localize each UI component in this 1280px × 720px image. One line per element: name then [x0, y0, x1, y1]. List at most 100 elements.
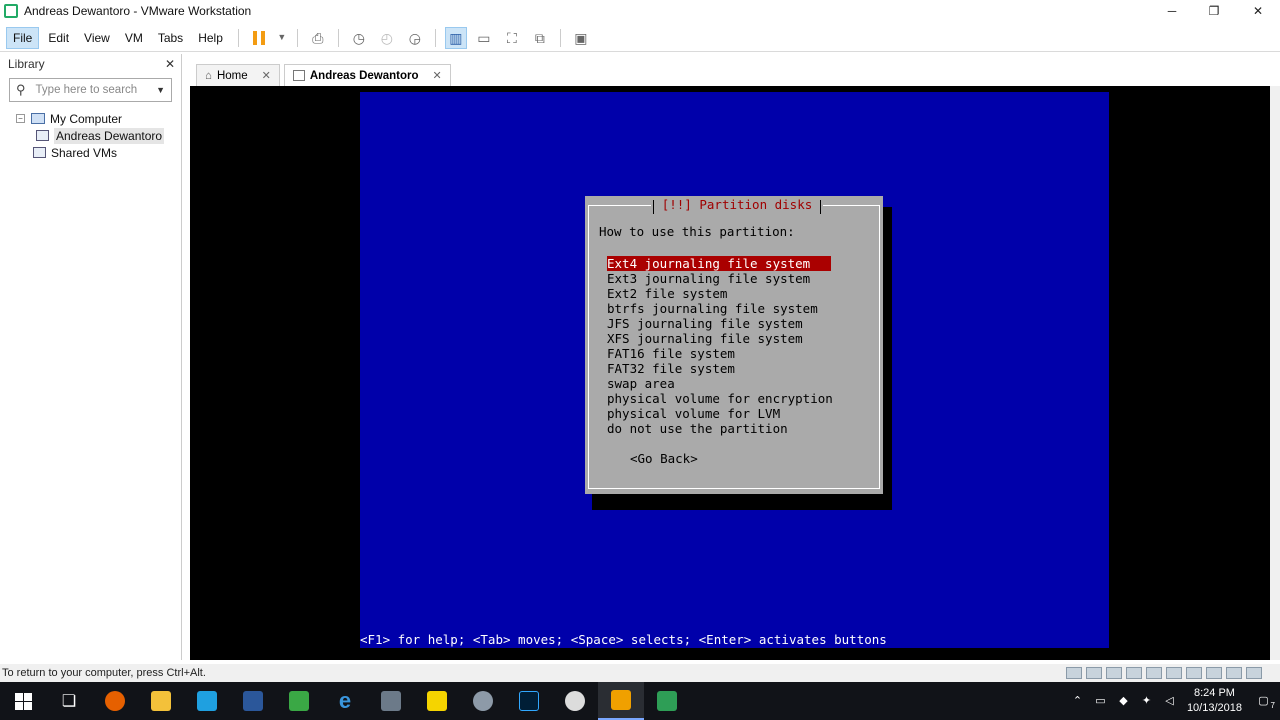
- vmware-app-icon: [4, 4, 18, 18]
- cdrom-icon[interactable]: [1106, 667, 1122, 679]
- clock-time: 8:24 PM: [1193, 687, 1235, 699]
- hdd-icon[interactable]: [1066, 667, 1082, 679]
- clock[interactable]: 8:24 PM 10/13/2018: [1187, 686, 1242, 716]
- taskbar-app-panda[interactable]: [552, 682, 598, 720]
- thumbnail-bar-button[interactable]: ▭: [473, 27, 495, 49]
- minimize-button[interactable]: ─: [1150, 0, 1194, 22]
- partition-options: Ext4 journaling file system Ext3 journali…: [607, 256, 833, 436]
- thumbnail-icon: ▭: [477, 29, 491, 46]
- taskbar-store[interactable]: [184, 682, 230, 720]
- collapse-icon[interactable]: −: [16, 114, 25, 123]
- vm-display[interactable]: [!!] Partition disks How to use this par…: [190, 86, 1280, 660]
- tab-home[interactable]: ⌂ Home ✕: [196, 64, 280, 86]
- unity-button[interactable]: ⧉: [529, 27, 551, 49]
- start-button[interactable]: [0, 682, 46, 720]
- partition-option[interactable]: FAT32 file system: [607, 361, 833, 376]
- library-search-input[interactable]: ⚲ Type here to search ▼: [9, 78, 172, 102]
- partition-option[interactable]: swap area: [607, 376, 833, 391]
- snapshot-button[interactable]: ◷: [348, 27, 370, 49]
- partition-option[interactable]: XFS journaling file system: [607, 331, 833, 346]
- status-bar: To return to your computer, press Ctrl+A…: [0, 664, 1280, 682]
- menu-help[interactable]: Help: [192, 28, 229, 48]
- taskbar-firefox[interactable]: [92, 682, 138, 720]
- vertical-scrollbar[interactable]: [1270, 86, 1280, 660]
- toolbar-divider: [337, 28, 339, 47]
- task-view-icon: ❏: [61, 693, 77, 710]
- network-icon[interactable]: [1146, 667, 1162, 679]
- close-window-button[interactable]: ✕: [1236, 0, 1280, 22]
- app-icon: [381, 691, 401, 711]
- partition-option[interactable]: Ext2 file system: [607, 286, 833, 301]
- taskbar-app-green[interactable]: [276, 682, 322, 720]
- network-icon[interactable]: ✦: [1140, 695, 1153, 708]
- app-icon: [427, 691, 447, 711]
- taskbar-photoshop[interactable]: [506, 682, 552, 720]
- full-screen-button[interactable]: ⛶: [501, 27, 523, 49]
- word-icon: [243, 691, 263, 711]
- power-dropdown-button[interactable]: ▼: [276, 27, 288, 49]
- restore-button[interactable]: ❐: [1192, 0, 1236, 22]
- close-tab-icon[interactable]: ✕: [262, 69, 271, 82]
- volume-icon[interactable]: ◁: [1163, 695, 1176, 708]
- taskbar-app-vbox[interactable]: [368, 682, 414, 720]
- show-library-button[interactable]: ▥: [444, 26, 467, 49]
- tab-vm[interactable]: Andreas Dewantoro ✕: [283, 64, 451, 86]
- taskbar-app-tool[interactable]: [460, 682, 506, 720]
- menu-file[interactable]: File: [6, 26, 40, 49]
- hdd-icon[interactable]: [1086, 667, 1102, 679]
- installer-console[interactable]: [!!] Partition disks How to use this par…: [360, 92, 1109, 648]
- partition-option[interactable]: do not use the partition: [607, 421, 833, 436]
- display-icon[interactable]: [1226, 667, 1242, 679]
- partition-option[interactable]: Ext3 journaling file system: [607, 271, 833, 286]
- taskbar-app-yellow[interactable]: [414, 682, 460, 720]
- library-tree: − My Computer Andreas Dewantoro Shared V…: [0, 110, 181, 161]
- taskbar-vmware[interactable]: [598, 682, 644, 720]
- task-view-button[interactable]: ❏: [46, 682, 92, 720]
- taskbar-edge[interactable]: e: [322, 682, 368, 720]
- go-back-button[interactable]: <Go Back>: [630, 451, 698, 466]
- send-ctrl-alt-del-button[interactable]: ⎙: [307, 27, 329, 49]
- tree-item-vm[interactable]: Andreas Dewantoro: [0, 127, 181, 144]
- tree-item-my-computer[interactable]: − My Computer: [0, 110, 181, 127]
- snapshot-manager-button[interactable]: ◶: [404, 27, 426, 49]
- shield-icon[interactable]: ◆: [1117, 695, 1130, 708]
- dialog-title: [!!] Partition disks: [651, 196, 823, 214]
- app-icon: [289, 691, 309, 711]
- revert-icon: ◴: [380, 29, 393, 46]
- console-view-button[interactable]: ▣: [570, 27, 592, 49]
- partition-option[interactable]: physical volume for encryption: [607, 391, 833, 406]
- windows-logo-icon: [14, 692, 32, 710]
- notification-icon[interactable]: ▢ 7: [1257, 695, 1275, 710]
- printer-icon[interactable]: [1206, 667, 1222, 679]
- library-close-icon[interactable]: ✕: [165, 57, 175, 71]
- suspend-button[interactable]: [248, 27, 270, 49]
- message-icon[interactable]: [1246, 667, 1262, 679]
- chevron-up-icon[interactable]: ⌃: [1071, 695, 1084, 708]
- usb-icon[interactable]: [1166, 667, 1182, 679]
- floppy-icon[interactable]: [1126, 667, 1142, 679]
- tab-label: Home: [216, 69, 248, 82]
- partition-option[interactable]: Ext4 journaling file system: [607, 256, 831, 271]
- menu-view[interactable]: View: [78, 28, 116, 48]
- app-icon: [657, 691, 677, 711]
- close-tab-icon[interactable]: ✕: [433, 69, 442, 82]
- keyboard-icon[interactable]: ▭: [1094, 695, 1107, 708]
- taskbar-app-recorder[interactable]: [644, 682, 690, 720]
- partition-option[interactable]: physical volume for LVM: [607, 406, 833, 421]
- console-view-icon: ▣: [574, 29, 588, 46]
- chevron-down-icon[interactable]: ▼: [156, 85, 165, 95]
- partition-option[interactable]: FAT16 file system: [607, 346, 833, 361]
- tree-item-shared-vms[interactable]: Shared VMs: [0, 144, 181, 161]
- partition-option[interactable]: btrfs journaling file system: [607, 301, 833, 316]
- menu-edit[interactable]: Edit: [42, 28, 75, 48]
- app-icon: [473, 691, 493, 711]
- menu-vm[interactable]: VM: [119, 28, 149, 48]
- snapshot-icon: ◷: [352, 29, 365, 46]
- partition-option[interactable]: JFS journaling file system: [607, 316, 833, 331]
- window-title: Andreas Dewantoro - VMware Workstation: [24, 4, 252, 18]
- taskbar-word[interactable]: [230, 682, 276, 720]
- revert-snapshot-button[interactable]: ◴: [376, 27, 398, 49]
- menu-tabs[interactable]: Tabs: [152, 28, 189, 48]
- sound-icon[interactable]: [1186, 667, 1202, 679]
- taskbar-file-explorer[interactable]: [138, 682, 184, 720]
